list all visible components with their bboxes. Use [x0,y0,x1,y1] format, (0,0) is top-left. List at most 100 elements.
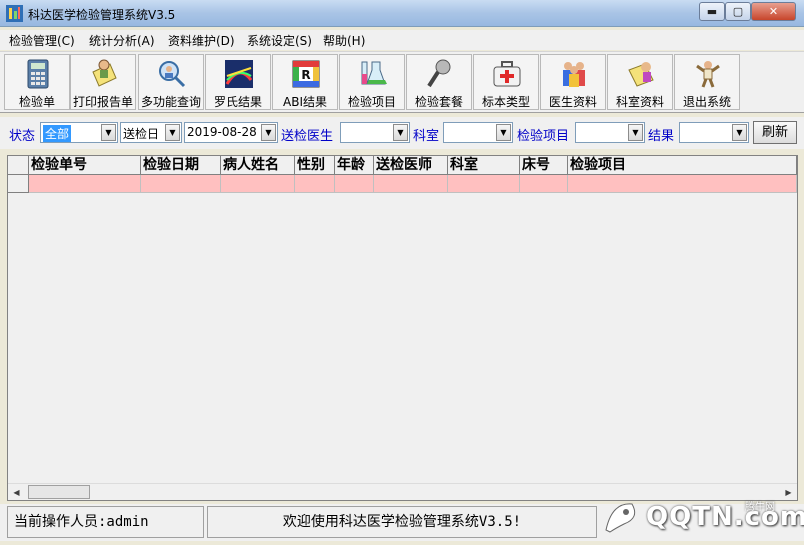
header-corner [8,156,29,175]
filter-bar: 状态 全部 ▼ 送检日 ▼ 2019-08-28 ▼ 送检医生 ▼ 科室 ▼ 检… [0,117,804,149]
lab-order-button[interactable]: 检验单 [4,54,70,110]
print-report-button[interactable]: 打印报告单 [70,54,136,110]
date-type-value: 送检日 [123,127,160,141]
chevron-down-icon[interactable]: ▼ [496,124,511,141]
medical-kit-icon [493,61,521,87]
doctor-info-label: 医生资料 [548,95,597,109]
column-header-date[interactable]: 检验日期 [141,156,221,175]
multi-query-button[interactable]: 多功能查询 [138,54,204,110]
doctor-label: 送检医生 [281,129,334,144]
chevron-down-icon[interactable]: ▼ [628,124,643,141]
department-icon [628,62,654,87]
table-cell[interactable] [568,175,797,193]
grid-header: 检验单号 检验日期 病人姓名 性别 年龄 送检医师 科室 床号 检验项目 [8,156,797,175]
status-select[interactable]: 全部 ▼ [40,122,118,143]
table-cell[interactable] [141,175,221,193]
title-bar: 科达医学检验管理系统V3.5 ▬ ▢ ✕ [0,0,804,27]
menu-system-settings[interactable]: 系统设定(S) [247,32,312,49]
column-header-bed-no[interactable]: 床号 [520,156,568,175]
abi-result-icon: R [292,60,320,88]
test-package-button[interactable]: 检验套餐 [406,54,472,110]
roche-result-button[interactable]: 罗氏结果 [205,54,271,110]
column-header-patient-name[interactable]: 病人姓名 [221,156,295,175]
table-cell[interactable] [295,175,335,193]
abi-result-button[interactable]: R ABI结果 [272,54,338,110]
column-header-age[interactable]: 年龄 [335,156,374,175]
menu-data-maintenance[interactable]: 资料维护(D) [168,32,235,49]
date-value: 2019-08-28 [187,125,257,139]
chevron-down-icon[interactable]: ▼ [393,124,408,141]
table-row[interactable] [8,175,797,193]
svg-text:R: R [301,68,310,82]
table-cell[interactable] [29,175,141,193]
table-cell[interactable] [374,175,448,193]
scroll-left-icon[interactable]: ◀ [8,485,25,500]
chevron-down-icon[interactable]: ▼ [165,124,180,141]
department-label: 科室 [413,129,440,144]
status-label: 状态 [9,129,36,144]
menu-bar: 检验管理(C) 统计分析(A) 资料维护(D) 系统设定(S) 帮助(H) [0,30,804,50]
table-cell[interactable] [335,175,374,193]
operator-status: 当前操作人员:admin [7,506,204,538]
column-header-order-no[interactable]: 检验单号 [29,156,141,175]
welcome-message: 欢迎使用科达医学检验管理系统V3.5! [207,506,597,538]
sample-type-label: 标本类型 [481,95,530,109]
column-header-department[interactable]: 科室 [448,156,520,175]
test-package-label: 检验套餐 [414,95,463,109]
exit-icon [696,61,720,88]
abi-result-label: ABI结果 [283,95,327,109]
department-info-button[interactable]: 科室资料 [607,54,673,110]
maximize-button[interactable]: ▢ [725,2,751,21]
result-select[interactable]: ▼ [679,122,749,143]
watermark-logo: QQTN.com 腾牛网 [598,494,804,540]
print-report-icon [92,59,117,87]
test-items-button[interactable]: 检验项目 [339,54,405,110]
table-cell[interactable] [520,175,568,193]
doctor-icon [563,62,585,87]
window-title: 科达医学检验管理系统V3.5 [28,8,176,22]
test-item-select[interactable]: ▼ [575,122,645,143]
watermark-brand: QQTN.com [646,502,804,532]
refresh-button[interactable]: 刷新 [753,121,797,144]
watermark-sub: 腾牛网 [745,502,775,513]
minimize-button[interactable]: ▬ [699,2,725,21]
qqtn-logo-icon [605,503,636,533]
doctor-select[interactable]: ▼ [340,122,410,143]
doctor-info-button[interactable]: 医生资料 [540,54,606,110]
exit-system-label: 退出系统 [682,95,731,109]
microphone-icon [427,59,451,88]
department-select[interactable]: ▼ [443,122,513,143]
table-cell[interactable] [448,175,520,193]
test-item-label: 检验项目 [517,129,570,144]
row-header[interactable] [8,175,29,193]
exit-system-button[interactable]: 退出系统 [674,54,740,110]
toolbar: 检验单 打印报告单 多功能查询 罗氏结果 R ABI结果 检验项目 检验套餐 标… [0,51,804,113]
menu-statistics[interactable]: 统计分析(A) [89,32,155,49]
roche-result-icon [225,60,253,88]
chevron-down-icon[interactable]: ▼ [261,124,276,141]
test-items-label: 检验项目 [347,95,396,109]
flask-icon [361,61,387,85]
date-type-select[interactable]: 送检日 ▼ [120,122,182,143]
chevron-down-icon[interactable]: ▼ [101,124,116,141]
sample-type-button[interactable]: 标本类型 [473,54,539,110]
date-picker[interactable]: 2019-08-28 ▼ [184,122,278,143]
column-header-test-item[interactable]: 检验项目 [568,156,797,175]
chevron-down-icon[interactable]: ▼ [732,124,747,141]
close-button[interactable]: ✕ [751,2,796,21]
print-report-label: 打印报告单 [72,95,133,109]
column-header-doctor[interactable]: 送检医师 [374,156,448,175]
scroll-thumb[interactable] [28,485,90,499]
column-header-gender[interactable]: 性别 [295,156,335,175]
app-icon [6,5,23,22]
search-people-icon [159,61,186,88]
result-label: 结果 [648,129,675,144]
department-info-label: 科室资料 [615,95,664,109]
table-cell[interactable] [221,175,295,193]
calculator-icon [27,59,49,89]
roche-result-label: 罗氏结果 [213,95,262,109]
lab-order-label: 检验单 [18,95,55,109]
lab-orders-grid[interactable]: 检验单号 检验日期 病人姓名 性别 年龄 送检医师 科室 床号 检验项目 ◀ ▶ [7,155,798,501]
menu-help[interactable]: 帮助(H) [323,32,365,49]
menu-lab-management[interactable]: 检验管理(C) [9,32,75,49]
